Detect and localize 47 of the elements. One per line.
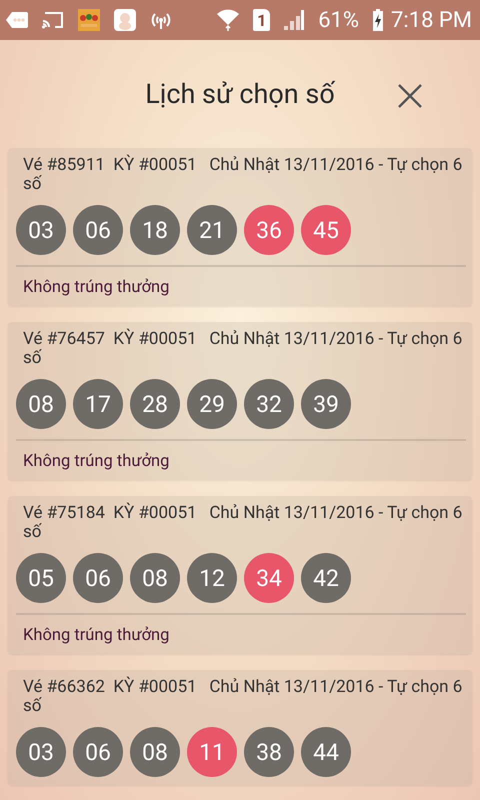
number-ball: 08 (130, 553, 180, 603)
message-icon (6, 12, 28, 28)
cast-icon (42, 11, 64, 29)
ticket-info: Vé #76457 KỲ #00051 Chủ Nhật 13/11/2016 - Tự chọn 6 số (23, 330, 463, 368)
ticket-card[interactable]: Vé #85911 KỲ #00051 Chủ Nhật 13/11/2016 - Tự chọn 6 số 03 06 18 21 36 45 Không trúng thưởng (8, 148, 472, 306)
number-ball: 29 (187, 379, 237, 429)
number-ball: 11 (187, 727, 237, 777)
number-ball: 44 (301, 727, 351, 777)
number-ball: 06 (73, 553, 123, 603)
number-ball: 08 (130, 727, 180, 777)
number-ball: 03 (16, 205, 66, 255)
ticket-card[interactable]: Vé #66362 KỲ #00051 Chủ Nhật 13/11/2016 - Tự chọn 6 số 03 06 08 11 38 44 (8, 670, 472, 785)
number-ball: 06 (73, 727, 123, 777)
result-text: Không trúng thưởng (23, 277, 170, 298)
number-ball: 12 (187, 553, 237, 603)
screen-title: Lịch sử chọn số (145, 78, 335, 110)
number-ball: 32 (244, 379, 294, 429)
close-button[interactable] (396, 82, 424, 110)
number-ball: 38 (244, 727, 294, 777)
number-ball: 39 (301, 379, 351, 429)
ticket-card[interactable]: Vé #76457 KỲ #00051 Chủ Nhật 13/11/2016 - Tự chọn 6 số 08 17 28 29 32 39 Không trúng thưởng (8, 322, 472, 480)
ticket-card[interactable]: Vé #75184 KỲ #00051 Chủ Nhật 13/11/2016 - Tự chọn 6 số 05 06 08 12 34 42 Không trúng thưởng (8, 496, 472, 654)
number-ball: 21 (187, 205, 237, 255)
wifi-icon (217, 9, 240, 31)
battery-percent: 61% (318, 8, 360, 32)
ticket-info: Vé #66362 KỲ #00051 Chủ Nhật 13/11/2016 - Tự chọn 6 số (23, 678, 463, 716)
number-ball: 28 (130, 379, 180, 429)
number-ball: 45 (301, 205, 351, 255)
hotspot-icon (150, 11, 172, 29)
signal-icon (284, 10, 304, 30)
app-icon (78, 9, 100, 31)
number-ball: 03 (16, 727, 66, 777)
ticket-info: Vé #75184 KỲ #00051 Chủ Nhật 13/11/2016 - Tự chọn 6 số (23, 504, 463, 542)
result-text: Không trúng thưởng (23, 451, 170, 472)
number-ball: 06 (73, 205, 123, 255)
number-ball: 08 (16, 379, 66, 429)
result-text: Không trúng thưởng (23, 625, 170, 646)
number-ball: 17 (73, 379, 123, 429)
sim-icon: 1 (253, 9, 270, 31)
battery-charging-icon (373, 9, 384, 31)
clock-time: 7:18 PM (391, 8, 472, 32)
number-ball: 42 (301, 553, 351, 603)
number-ball: 36 (244, 205, 294, 255)
number-ball: 34 (244, 553, 294, 603)
number-ball: 05 (16, 553, 66, 603)
number-ball: 18 (130, 205, 180, 255)
ticket-info: Vé #85911 KỲ #00051 Chủ Nhật 13/11/2016 - Tự chọn 6 số (23, 156, 463, 194)
